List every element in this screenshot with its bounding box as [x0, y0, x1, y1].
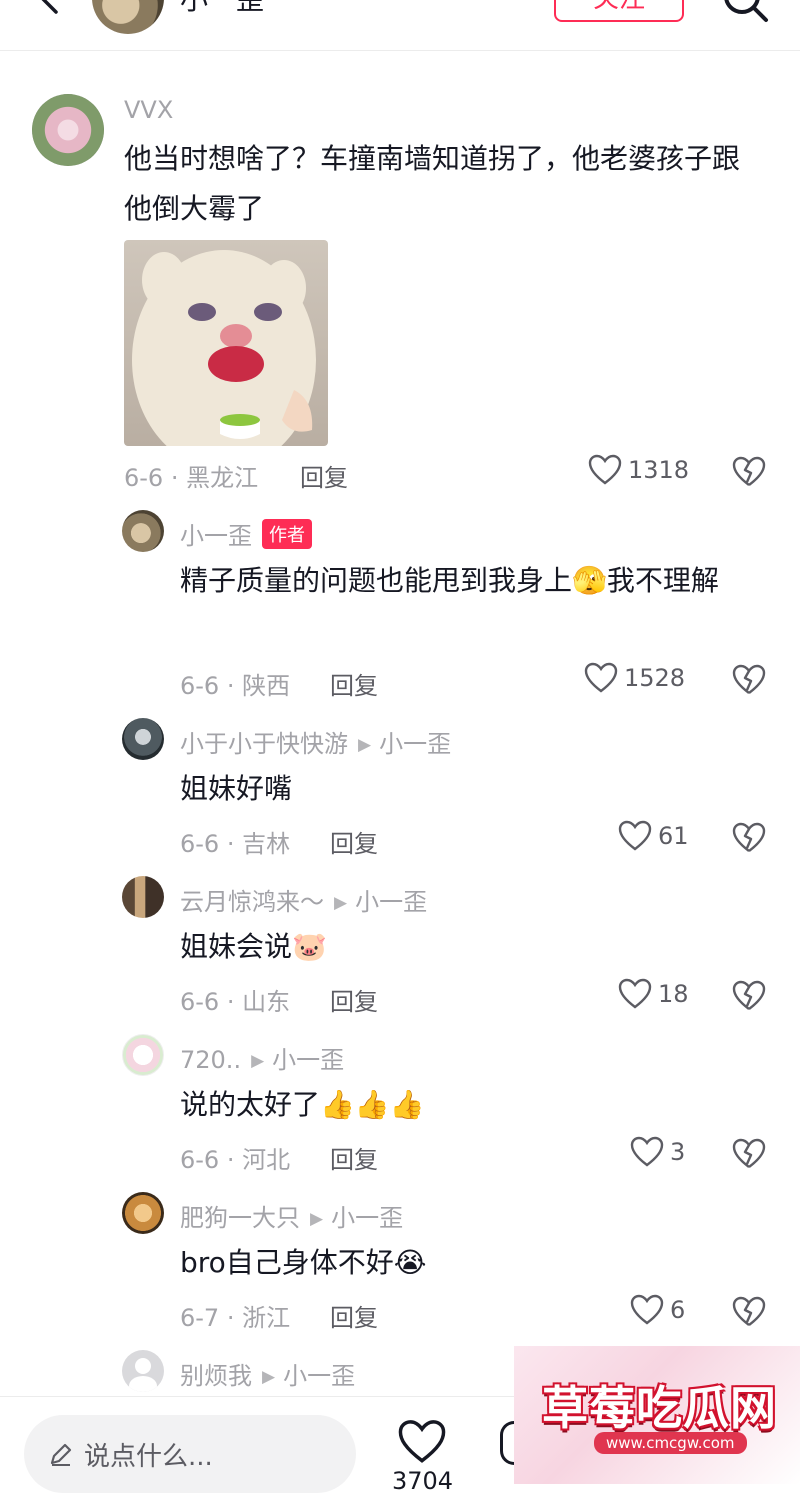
comment-text: bro自己身体不好😭 [180, 1246, 427, 1279]
heart-icon [618, 820, 652, 851]
reply-button[interactable]: 回复 [330, 666, 378, 701]
search-icon[interactable] [720, 0, 770, 24]
reply-to-username: 小一歪 [272, 1046, 345, 1074]
comment-input[interactable]: 说点什么... [24, 1415, 356, 1493]
comment-username[interactable]: 720.. ▶ 小一歪 [180, 1040, 344, 1075]
user-avatar[interactable] [122, 510, 164, 552]
collect-icon[interactable] [500, 1421, 514, 1465]
heart-icon [630, 1136, 664, 1167]
username-text: 云月惊鸿来～ [180, 888, 324, 916]
comment-text: 姐妹会说🐷 [180, 930, 327, 963]
comment-date-location: 6-6 · 陕西 [180, 672, 291, 700]
like-button[interactable]: 61 [618, 820, 689, 852]
heart-icon [630, 1294, 664, 1325]
comment-date-location: 6-6 · 吉林 [180, 830, 291, 858]
watermark-logo: 草莓吃瓜网 www.cmcgw.com [514, 1346, 800, 1484]
broken-heart-icon[interactable] [732, 1296, 766, 1328]
like-count: 6 [670, 1296, 686, 1324]
comment-username[interactable]: 云月惊鸿来～ ▶ 小一歪 [180, 882, 427, 917]
user-avatar[interactable] [32, 94, 104, 166]
back-arrow-icon[interactable] [28, 0, 68, 20]
comment-text: 精子质量的问题也能甩到我身上🫣我不理解 [180, 564, 719, 597]
broken-heart-icon[interactable] [732, 664, 766, 696]
reply-button[interactable]: 回复 [330, 982, 378, 1017]
user-avatar[interactable] [122, 876, 164, 918]
comment-text: 说的太好了👍👍👍 [180, 1088, 425, 1121]
reply-button[interactable]: 回复 [330, 824, 378, 859]
like-count: 1528 [624, 664, 686, 692]
like-button[interactable]: 3 [630, 1136, 685, 1168]
broken-heart-icon[interactable] [732, 456, 766, 488]
pencil-icon [50, 1443, 72, 1466]
comment-sticker-image[interactable] [124, 240, 328, 446]
like-button[interactable]: 6 [630, 1294, 685, 1326]
comment-username[interactable]: 小一歪 作者 [180, 516, 312, 552]
comment-date-location: 6-7 · 浙江 [180, 1304, 291, 1332]
reply-arrow-icon: ▶ [262, 1367, 276, 1387]
reply-to-username: 小一歪 [283, 1362, 356, 1390]
reply-arrow-icon: ▶ [334, 893, 348, 913]
author-badge: 作者 [262, 519, 312, 549]
heart-icon [588, 454, 622, 485]
reply-arrow-icon: ▶ [310, 1209, 324, 1229]
top-bar: 小一歪 关注 [0, 0, 800, 51]
user-avatar[interactable] [122, 718, 164, 760]
comment-text: 他当时想啥了？车撞南墙知道拐了，他老婆孩子跟他倒大霉了 [124, 142, 741, 225]
like-count: 1318 [628, 456, 690, 484]
comment-username[interactable]: 肥狗一大只 ▶ 小一歪 [180, 1198, 403, 1233]
reply-to-username: 小一歪 [379, 730, 452, 758]
comment-date-location: 6-6 · 河北 [180, 1146, 291, 1174]
reply-arrow-icon: ▶ [358, 735, 372, 755]
heart-icon[interactable] [396, 1419, 448, 1465]
like-button[interactable]: 1528 [584, 662, 685, 694]
watermark-title: 草莓吃瓜网 [542, 1381, 777, 1435]
comment-username[interactable]: VVX [124, 96, 173, 124]
watermark-url: www.cmcgw.com [594, 1432, 747, 1454]
comment-date-location: 6-6 · 黑龙江 [124, 464, 259, 492]
like-count: 18 [658, 980, 689, 1008]
default-avatar-icon [129, 1358, 157, 1392]
username-text: 小于小于快快游 [180, 730, 348, 758]
like-button[interactable]: 18 [618, 978, 689, 1010]
comment-username[interactable]: 小于小于快快游 ▶ 小一歪 [180, 724, 451, 759]
heart-icon [618, 978, 652, 1009]
broken-heart-icon[interactable] [732, 1138, 766, 1170]
like-button[interactable]: 1318 [588, 454, 689, 486]
reply-button[interactable]: 回复 [330, 1140, 378, 1175]
user-avatar[interactable] [122, 1034, 164, 1076]
comment-date-location: 6-6 · 山东 [180, 988, 291, 1016]
reply-button[interactable]: 回复 [300, 458, 348, 493]
reply-button[interactable]: 回复 [330, 1298, 378, 1333]
reply-arrow-icon: ▶ [251, 1051, 265, 1071]
like-count: 3 [670, 1138, 686, 1166]
username-text: 720.. [180, 1046, 242, 1074]
comment-text: 姐妹好嘴 [180, 772, 293, 805]
username-text: 肥狗一大只 [180, 1204, 300, 1232]
heart-icon [584, 662, 618, 693]
follow-button[interactable]: 关注 [554, 0, 684, 22]
like-count: 61 [658, 822, 689, 850]
reply-to-username: 小一歪 [331, 1204, 404, 1232]
broken-heart-icon[interactable] [732, 980, 766, 1012]
username-text: 别烦我 [180, 1362, 252, 1390]
author-name: 小一歪 [180, 0, 264, 18]
comment-username[interactable]: 别烦我 ▶ 小一歪 [180, 1356, 355, 1391]
author-avatar[interactable] [92, 0, 164, 34]
total-like-count: 3704 [392, 1467, 454, 1495]
broken-heart-icon[interactable] [732, 822, 766, 854]
username-text: 小一歪 [180, 522, 252, 550]
user-avatar[interactable] [122, 1350, 164, 1392]
reply-to-username: 小一歪 [355, 888, 428, 916]
user-avatar[interactable] [122, 1192, 164, 1234]
comment-input-placeholder: 说点什么... [84, 1441, 213, 1472]
